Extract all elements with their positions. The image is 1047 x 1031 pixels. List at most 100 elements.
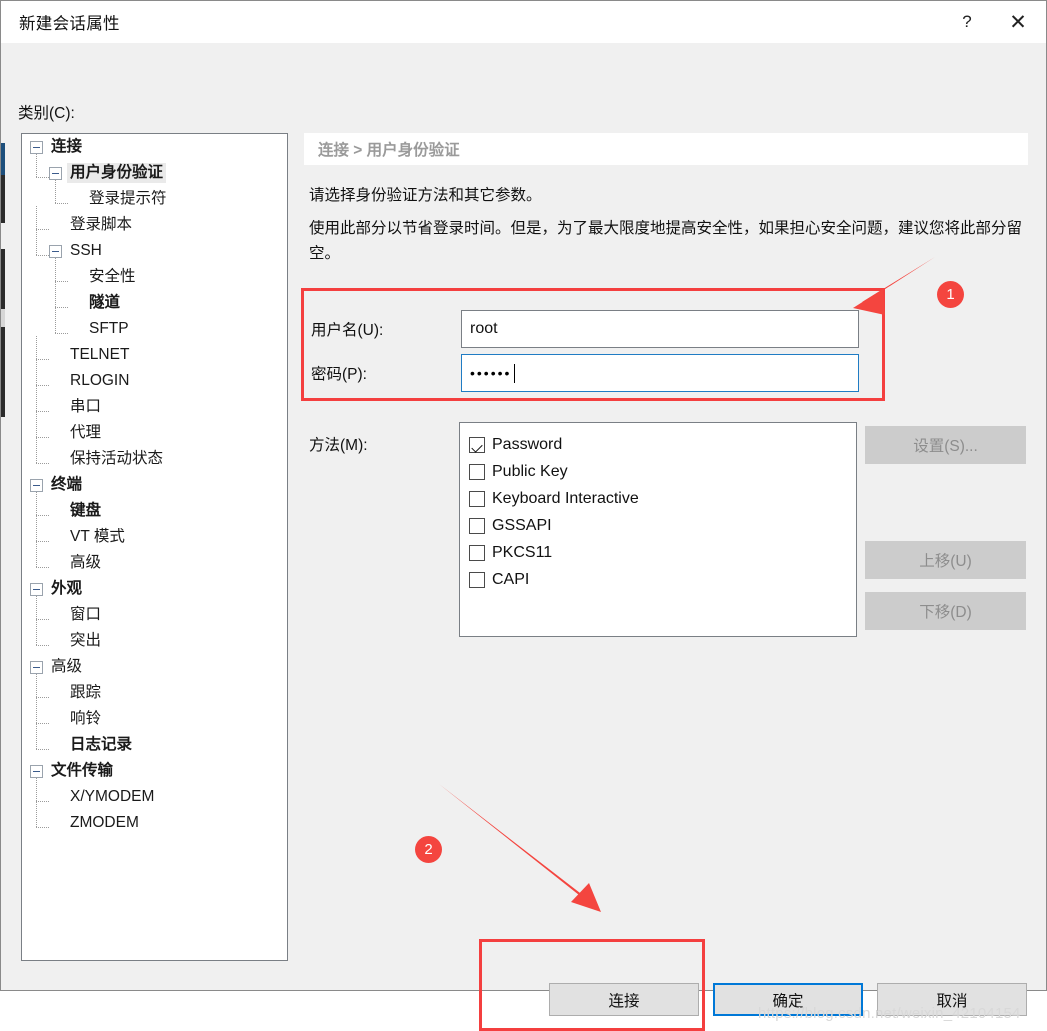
tree-item[interactable]: 跟踪: [22, 680, 287, 706]
tree-item[interactable]: 键盘: [22, 498, 287, 524]
tree-connector-line: [36, 177, 49, 178]
tree-item[interactable]: 用户身份验证: [22, 160, 287, 186]
tree-item[interactable]: 安全性: [22, 264, 287, 290]
category-label: 类别(C):: [18, 105, 75, 122]
tree-item[interactable]: TELNET: [22, 342, 287, 368]
checkbox-icon[interactable]: [469, 490, 485, 507]
tree-item[interactable]: RLOGIN: [22, 368, 287, 394]
method-list-item[interactable]: Keyboard Interactive: [469, 485, 856, 512]
tree-spacer-icon: [49, 531, 62, 544]
checkbox-icon[interactable]: [469, 517, 485, 534]
category-tree[interactable]: 连接用户身份验证登录提示符登录脚本 SSH 安全性 隧道 SFTP TELNET RLOGI…: [21, 133, 288, 961]
page-title: 新建会话属性: [19, 15, 120, 33]
checkbox-icon[interactable]: [469, 463, 485, 480]
tree-spacer-icon: [49, 505, 62, 518]
tree-spacer-icon: [49, 739, 62, 752]
tree-connector-line: [36, 255, 49, 256]
move-up-button[interactable]: 上移(U): [865, 541, 1026, 579]
collapse-minus-icon[interactable]: [30, 660, 43, 674]
tree-spacer-icon: [49, 453, 62, 466]
tree-item-label: SSH: [70, 242, 102, 259]
tree-item[interactable]: 高级: [22, 550, 287, 576]
tree-item-label: 连接: [51, 138, 83, 155]
method-label: 方法(M):: [309, 437, 368, 454]
tree-item[interactable]: 窗口: [22, 602, 287, 628]
collapse-minus-icon[interactable]: [49, 166, 62, 180]
tree-connector-line: [36, 206, 37, 255]
method-list-item[interactable]: CAPI: [469, 566, 856, 593]
collapse-minus-icon[interactable]: [30, 764, 43, 778]
tree-item[interactable]: 高级: [22, 654, 287, 680]
tree-item-label: 文件传输: [51, 762, 114, 779]
tree-connector-line: [36, 778, 37, 827]
collapse-minus-icon[interactable]: [30, 478, 43, 492]
dialog-body: 类别(C): 连接 用户身份验证 登录提示符 登录脚本 SSH 安全性 隧道 SFTP TELN…: [1, 43, 1046, 1031]
tree-item-label: 日志记录: [70, 736, 133, 753]
method-item-label: GSSAPI: [492, 516, 552, 534]
tree-spacer-icon: [49, 219, 62, 232]
collapse-minus-icon[interactable]: [30, 582, 43, 596]
tree-item[interactable]: X/YMODEM: [22, 784, 287, 810]
checkbox-icon[interactable]: [469, 571, 485, 588]
checkbox-icon[interactable]: [469, 544, 485, 561]
username-input[interactable]: root: [461, 310, 859, 348]
method-list[interactable]: Password Public Key Keyboard Interactive GS…: [459, 422, 857, 637]
collapse-minus-icon[interactable]: [49, 244, 62, 258]
tree-connector-line: [36, 723, 49, 724]
method-list-item[interactable]: GSSAPI: [469, 512, 856, 539]
tree-connector-line: [36, 359, 49, 360]
tree-spacer-icon: [49, 557, 62, 570]
tree-item[interactable]: 串口: [22, 394, 287, 420]
tree-item[interactable]: 连接: [22, 134, 287, 160]
method-list-item[interactable]: PKCS11: [469, 539, 856, 566]
tree-item[interactable]: 隧道: [22, 290, 287, 316]
tree-connector-line: [36, 336, 37, 463]
tree-item[interactable]: 代理: [22, 420, 287, 446]
tree-item[interactable]: 保持活动状态: [22, 446, 287, 472]
tree-spacer-icon: [49, 817, 62, 830]
tree-item[interactable]: VT 模式: [22, 524, 287, 550]
tree-item[interactable]: 响铃: [22, 706, 287, 732]
tree-item[interactable]: 登录脚本: [22, 212, 287, 238]
password-input[interactable]: ••••••: [461, 354, 859, 392]
tree-item-label: 终端: [51, 476, 83, 493]
tree-connector-line: [36, 801, 49, 802]
tree-connector-line: [55, 307, 68, 308]
username-row: 用户名(U): root: [311, 310, 859, 348]
tree-item[interactable]: 登录提示符: [22, 186, 287, 212]
method-list-item[interactable]: Password: [469, 431, 856, 458]
tree-connector-line: [36, 827, 49, 828]
settings-button[interactable]: 设置(S)...: [865, 426, 1026, 464]
tree-connector-line: [55, 180, 56, 203]
help-icon[interactable]: ?: [944, 1, 990, 43]
method-item-label: PKCS11: [492, 543, 553, 561]
tree-spacer-icon: [49, 791, 62, 804]
collapse-minus-icon[interactable]: [30, 140, 43, 154]
tree-item[interactable]: 文件传输: [22, 758, 287, 784]
title-bar: 新建会话属性 ? ✕: [1, 1, 1046, 43]
method-item-label: Keyboard Interactive: [492, 489, 639, 507]
tree-connector-line: [36, 645, 49, 646]
move-down-button[interactable]: 下移(D): [865, 592, 1026, 630]
tree-item-label: 响铃: [70, 710, 102, 727]
tree-item[interactable]: SSH: [22, 238, 287, 264]
breadcrumb: 连接 > 用户身份验证: [304, 133, 1028, 165]
tree-item[interactable]: 突出: [22, 628, 287, 654]
tree-item[interactable]: 终端: [22, 472, 287, 498]
tree-item-label: 登录提示符: [89, 190, 167, 207]
connect-button[interactable]: 连接: [549, 983, 699, 1016]
tree-item[interactable]: SFTP: [22, 316, 287, 342]
tree-item[interactable]: ZMODEM: [22, 810, 287, 836]
tree-spacer-icon: [49, 687, 62, 700]
new-session-properties-dialog: 新建会话属性 ? ✕ 类别(C): 连接 用户身份验证 登录提示符 登录脚本 SSH 安全…: [0, 0, 1047, 1031]
tree-spacer-icon: [49, 349, 62, 362]
close-icon[interactable]: ✕: [990, 1, 1046, 43]
tree-item[interactable]: 外观: [22, 576, 287, 602]
method-list-item[interactable]: Public Key: [469, 458, 856, 485]
tree-item[interactable]: 日志记录: [22, 732, 287, 758]
checkbox-checked-icon[interactable]: [469, 436, 485, 453]
tree-item-label: 高级: [70, 554, 102, 571]
description-line-1: 请选择身份验证方法和其它参数。: [309, 187, 542, 204]
tree-item-label: 登录脚本: [70, 216, 133, 233]
tree-connector-line: [55, 281, 68, 282]
